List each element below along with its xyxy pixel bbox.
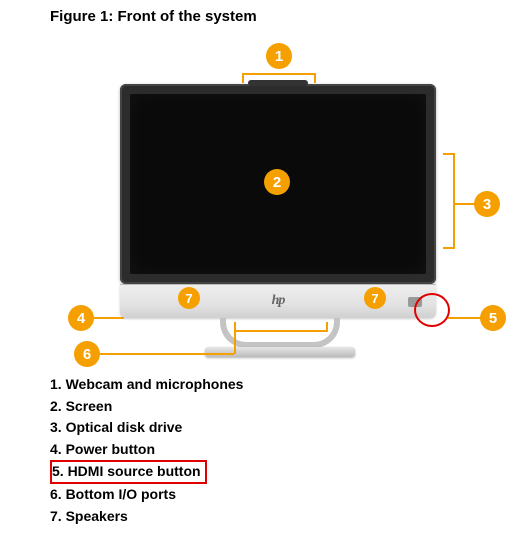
hdmi-button-highlight-circle <box>414 293 450 327</box>
callout-4: 4 <box>68 305 94 331</box>
legend-item-1: 1. Webcam and microphones <box>50 374 530 396</box>
callout-5-leader <box>448 317 482 319</box>
legend-item-2: 2. Screen <box>50 396 530 418</box>
legend-item-6: 6. Bottom I/O ports <box>50 484 530 506</box>
callout-1-bracket <box>242 73 316 83</box>
legend-item-5: 5. HDMI source button <box>50 460 207 484</box>
callout-6-leader-v <box>234 332 236 354</box>
callout-1: 1 <box>266 43 292 69</box>
figure-title: Figure 1: Front of the system <box>50 8 530 25</box>
legend-item-3: 3. Optical disk drive <box>50 417 530 439</box>
callout-6-bracket <box>234 322 328 332</box>
callout-3-bracket <box>443 153 455 249</box>
aio-pc-illustration: hp <box>120 84 436 318</box>
callout-5: 5 <box>480 305 506 331</box>
callout-3: 3 <box>474 191 500 217</box>
legend-item-4: 4. Power button <box>50 439 530 461</box>
stand-base <box>205 347 355 357</box>
callout-6-leader-h <box>100 353 234 355</box>
callout-3-leader <box>455 203 475 205</box>
callout-7-right: 7 <box>364 287 386 309</box>
monitor-chin: hp <box>120 284 436 318</box>
callout-6: 6 <box>74 341 100 367</box>
callout-2: 2 <box>264 169 290 195</box>
hp-logo: hp <box>272 293 285 309</box>
callout-7-left: 7 <box>178 287 200 309</box>
legend-item-7: 7. Speakers <box>50 506 530 528</box>
legend-list: 1. Webcam and microphones 2. Screen 3. O… <box>50 374 530 527</box>
system-front-diagram: 1 2 3 4 5 6 7 7 hp <box>50 29 510 374</box>
callout-4-leader <box>94 317 124 319</box>
